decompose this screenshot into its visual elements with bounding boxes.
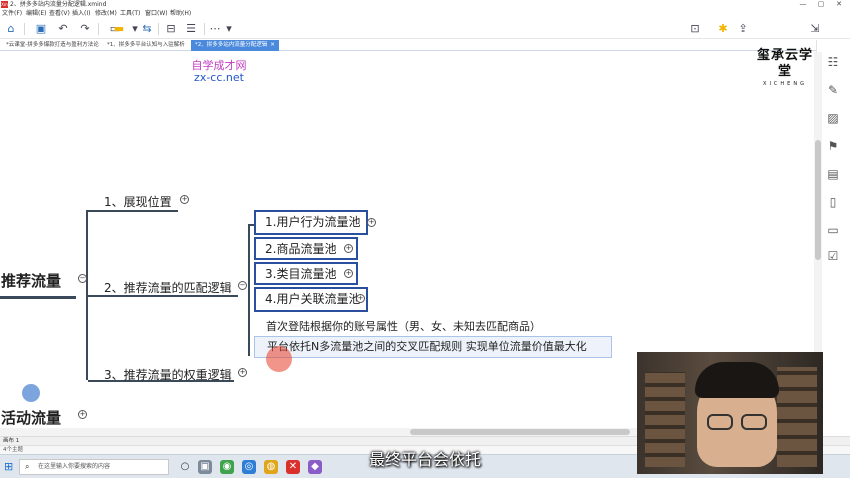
menu-bar: 文件(F) 编辑(E) 查看(V) 插入(I) 修改(M) 工具(T) 窗口(W…	[0, 9, 850, 19]
toolbar-separator	[98, 23, 99, 35]
expand-toggle-icon[interactable]: +	[344, 244, 353, 253]
expand-toggle-icon[interactable]: +	[238, 368, 247, 377]
redo-icon[interactable]: ↷	[78, 22, 92, 36]
wechat-icon[interactable]: ◉	[220, 460, 234, 474]
close-tab-icon[interactable]: ✕	[270, 42, 275, 48]
presenter-webcam-video	[637, 352, 823, 474]
relationship-icon[interactable]: ⇆	[140, 22, 154, 36]
export-icon[interactable]: ⇲	[808, 22, 822, 36]
sticker-icon[interactable]: ▤	[825, 166, 841, 182]
pool-category[interactable]: 3.类目流量池	[254, 262, 358, 285]
central-underline	[0, 296, 76, 299]
pool-user-association[interactable]: 4.用户关联流量池	[254, 287, 368, 312]
floating-assistant-icon[interactable]	[22, 384, 40, 402]
search-icon: ⌕	[25, 462, 30, 471]
collapse-toggle-icon[interactable]: −	[238, 281, 247, 290]
more-dropdown-icon[interactable]: ▾	[222, 22, 236, 36]
branch-display-position[interactable]: 1、展现位置	[104, 193, 172, 210]
menu-window[interactable]: 窗口(W)	[145, 9, 168, 19]
vertical-scroll-thumb[interactable]	[815, 140, 821, 260]
brand-name: 玺承云学堂	[756, 48, 813, 79]
insert-topic-icon[interactable]: ▬	[112, 22, 126, 36]
pointer-highlight	[266, 346, 292, 372]
menu-insert[interactable]: 插入(I)	[72, 9, 90, 19]
more-icon[interactable]: ⋯	[208, 22, 222, 36]
close-button[interactable]: ✕	[832, 0, 846, 9]
tab-label: *1、拼多多平台认知与入驻解析	[107, 42, 185, 48]
watermark: 自学成才网 zx-cc.net	[180, 60, 258, 84]
video-subtitle: 最终平台会依托	[368, 450, 481, 469]
maximize-button[interactable]: ▢	[814, 0, 828, 9]
menu-edit[interactable]: 编辑(E)	[26, 9, 46, 19]
note-cross-matching[interactable]: 平台依托N多流量池之间的交叉匹配规则 实现单位流量价值最大化	[254, 336, 612, 358]
windows-start-icon[interactable]: ⊞	[4, 461, 16, 473]
expand-toggle-icon[interactable]: +	[356, 294, 365, 303]
toolbar-separator	[158, 23, 159, 35]
title-bar: Xm 2、拼多多站内流量分配逻辑.xmind — ▢ ✕	[0, 0, 850, 9]
menu-modify[interactable]: 修改(M)	[95, 9, 117, 19]
outline-icon[interactable]: ☰	[184, 22, 198, 36]
undo-icon[interactable]: ↶	[56, 22, 70, 36]
central-topic-activity[interactable]: 活动流量	[1, 407, 61, 428]
menu-tools[interactable]: 工具(T)	[120, 9, 140, 19]
brand-logo: 玺承云学堂 XICHENG	[752, 48, 818, 87]
expand-toggle-icon[interactable]: +	[180, 195, 189, 204]
task-view-icon[interactable]: ○	[178, 460, 192, 474]
tab-traffic-logic[interactable]: *2、拼多多站内流量分配逻辑 ✕	[191, 40, 279, 51]
save-icon[interactable]: ▣	[34, 22, 48, 36]
branch-weight-logic[interactable]: 3、推荐流量的权重逻辑	[104, 366, 232, 383]
minimize-button[interactable]: —	[796, 0, 810, 9]
toolbar-separator	[204, 23, 205, 35]
editor-tabs: *云课堂-拼多多爆款打造与盈利方法论 *1、拼多多平台认知与入驻解析 *2、拼多…	[0, 39, 850, 51]
chrome-icon[interactable]: ◍	[264, 460, 278, 474]
expand-toggle-icon[interactable]: +	[78, 410, 87, 419]
menu-file[interactable]: 文件(F)	[2, 9, 22, 19]
horizontal-scroll-thumb[interactable]	[410, 429, 630, 435]
toolbar-separator	[24, 23, 25, 35]
file-explorer-icon[interactable]: ▣	[198, 460, 212, 474]
presentation-icon[interactable]: ⊡	[688, 22, 702, 36]
browser-icon[interactable]: ◎	[242, 460, 256, 474]
collapse-toggle-icon[interactable]: −	[78, 274, 87, 283]
tab-platform-intro[interactable]: *1、拼多多平台认知与入驻解析	[103, 40, 189, 51]
branch-line-1	[88, 210, 178, 212]
central-topic-recommend[interactable]: 推荐流量	[1, 270, 61, 291]
flag-marker-icon[interactable]: ⚑	[825, 138, 841, 154]
outline-panel-icon[interactable]: ☷	[825, 54, 841, 70]
xmind-app-icon: Xm	[1, 1, 8, 8]
notes-icon[interactable]: ▯	[825, 194, 841, 210]
summary-icon[interactable]: ⊟	[164, 22, 178, 36]
format-brush-icon[interactable]: ✎	[825, 82, 841, 98]
menu-help[interactable]: 帮助(H)	[170, 9, 191, 19]
bookshelf	[777, 367, 817, 467]
glasses-right	[741, 414, 767, 430]
tab-label: *云课堂-拼多多爆款打造与盈利方法论	[6, 42, 99, 48]
branch-matching-logic[interactable]: 2、推荐流量的匹配逻辑	[104, 279, 232, 296]
pool-product[interactable]: 2.商品流量池	[254, 237, 358, 260]
image-icon[interactable]: ▨	[825, 110, 841, 126]
glasses-left	[707, 414, 733, 430]
bookshelf	[645, 372, 685, 467]
comments-icon[interactable]: ▭	[825, 222, 841, 238]
taskbar-search-box[interactable]: ⌕ 在这里输入你要搜索的内容	[19, 459, 169, 475]
share-icon[interactable]: ⇪	[736, 22, 750, 36]
brand-subtitle: XICHENG	[763, 81, 807, 87]
presenter-hair	[695, 362, 779, 398]
pool-user-behavior[interactable]: 1.用户行为流量池	[254, 210, 368, 235]
idea-icon[interactable]: ✱	[716, 22, 730, 36]
search-placeholder: 在这里输入你要搜索的内容	[38, 463, 111, 470]
menu-view[interactable]: 查看(V)	[49, 9, 70, 19]
sub-connector	[248, 224, 250, 356]
xmind-taskbar-icon[interactable]: ✕	[286, 460, 300, 474]
task-icon[interactable]: ☑	[825, 248, 841, 264]
expand-toggle-icon[interactable]: +	[367, 218, 376, 227]
note-first-login[interactable]: 首次登陆根据你的账号属性（男、女、未知去匹配商品）	[266, 318, 541, 334]
tab-course-overview[interactable]: *云课堂-拼多多爆款打造与盈利方法论	[2, 40, 103, 51]
watermark-line-2: zx-cc.net	[194, 71, 244, 84]
expand-toggle-icon[interactable]: +	[344, 269, 353, 278]
tab-label: *2、拼多多站内流量分配逻辑	[195, 42, 268, 48]
home-icon[interactable]: ⌂	[4, 22, 18, 36]
toolbar: ⌂ ▣ ↶ ↷ ▭ ▬ ▾ ⇆ ⊟ ☰ ⋯ ▾ ⊡ ✱ ⇪ ⇲	[0, 19, 850, 39]
window-title: 2、拼多多站内流量分配逻辑.xmind	[10, 1, 107, 8]
